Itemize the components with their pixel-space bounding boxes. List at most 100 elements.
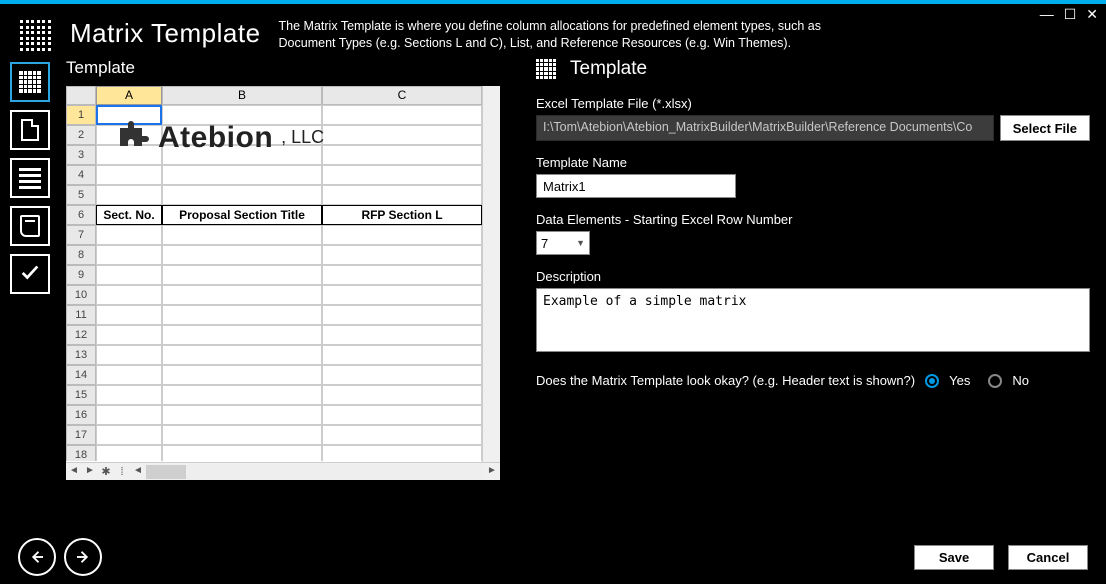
- cell[interactable]: [96, 165, 162, 185]
- minimize-button[interactable]: —: [1040, 6, 1054, 23]
- sheet-tab-next-icon[interactable]: ►: [82, 464, 98, 480]
- cell[interactable]: [322, 145, 482, 165]
- cell[interactable]: [96, 365, 162, 385]
- cell[interactable]: [96, 245, 162, 265]
- row-header[interactable]: 15: [66, 385, 96, 405]
- cell[interactable]: [162, 445, 322, 461]
- row-header[interactable]: 4: [66, 165, 96, 185]
- cell[interactable]: [322, 305, 482, 325]
- scroll-right-icon[interactable]: ►: [484, 464, 500, 480]
- cell[interactable]: [96, 345, 162, 365]
- rail-item-list[interactable]: [10, 158, 50, 198]
- rail-item-done[interactable]: [10, 254, 50, 294]
- select-file-button[interactable]: Select File: [1000, 115, 1090, 141]
- row-header[interactable]: 13: [66, 345, 96, 365]
- cell[interactable]: [322, 225, 482, 245]
- cell[interactable]: [162, 325, 322, 345]
- sheet-scrollbar-vertical[interactable]: [482, 86, 500, 462]
- cell[interactable]: [162, 385, 322, 405]
- row-header[interactable]: 7: [66, 225, 96, 245]
- row-header[interactable]: 10: [66, 285, 96, 305]
- description-textarea[interactable]: [536, 288, 1090, 352]
- cell[interactable]: [162, 225, 322, 245]
- sheet-scrollbar-horizontal[interactable]: ◄ ► ✱ ⁞ ◄ ►: [66, 462, 500, 480]
- cell[interactable]: [322, 385, 482, 405]
- cell[interactable]: [96, 185, 162, 205]
- cancel-button[interactable]: Cancel: [1008, 545, 1088, 570]
- spreadsheet-preview[interactable]: A B C 123456Sect. No.Proposal Section Ti…: [66, 86, 500, 480]
- col-header-a[interactable]: A: [96, 86, 162, 105]
- cell[interactable]: [322, 405, 482, 425]
- sheet-corner[interactable]: [66, 86, 96, 105]
- cell[interactable]: [162, 365, 322, 385]
- sheet-tab-split-icon[interactable]: ⁞: [114, 466, 130, 478]
- cell[interactable]: [322, 165, 482, 185]
- col-header-b[interactable]: B: [162, 86, 322, 105]
- cell[interactable]: Proposal Section Title: [162, 205, 322, 225]
- cell[interactable]: [162, 245, 322, 265]
- start-row-select[interactable]: 7 ▼: [536, 231, 590, 255]
- template-name-input[interactable]: [536, 174, 736, 198]
- cell[interactable]: Sect. No.: [96, 205, 162, 225]
- back-button[interactable]: [18, 538, 56, 576]
- cell[interactable]: [96, 405, 162, 425]
- cell[interactable]: [162, 345, 322, 365]
- row-header[interactable]: 6: [66, 205, 96, 225]
- cell[interactable]: [322, 345, 482, 365]
- cell[interactable]: [322, 185, 482, 205]
- row-header[interactable]: 3: [66, 145, 96, 165]
- row-header[interactable]: 8: [66, 245, 96, 265]
- close-button[interactable]: ✕: [1086, 6, 1098, 23]
- scroll-left-icon[interactable]: ◄: [130, 464, 146, 480]
- cell[interactable]: [162, 165, 322, 185]
- cell[interactable]: [322, 125, 482, 145]
- row-header[interactable]: 14: [66, 365, 96, 385]
- col-header-c[interactable]: C: [322, 86, 482, 105]
- cell[interactable]: [162, 265, 322, 285]
- cell[interactable]: [322, 245, 482, 265]
- cell[interactable]: [322, 105, 482, 125]
- sheet-tab-new-icon[interactable]: ✱: [98, 465, 114, 478]
- cell[interactable]: [322, 265, 482, 285]
- cell[interactable]: [96, 425, 162, 445]
- cell[interactable]: [322, 425, 482, 445]
- file-path-input[interactable]: I:\Tom\Atebion\Atebion_MatrixBuilder\Mat…: [536, 115, 994, 141]
- row-header[interactable]: 1: [66, 105, 96, 125]
- scroll-track[interactable]: [146, 464, 484, 480]
- cell[interactable]: [322, 365, 482, 385]
- confirm-yes-radio[interactable]: [925, 374, 939, 388]
- cell[interactable]: [322, 325, 482, 345]
- cell[interactable]: [162, 185, 322, 205]
- cell[interactable]: [96, 305, 162, 325]
- cell[interactable]: [162, 425, 322, 445]
- cell[interactable]: [162, 305, 322, 325]
- row-header[interactable]: 17: [66, 425, 96, 445]
- scroll-thumb[interactable]: [146, 465, 186, 479]
- cell[interactable]: [96, 445, 162, 461]
- cell[interactable]: [96, 285, 162, 305]
- cell[interactable]: RFP Section L: [322, 205, 482, 225]
- cell[interactable]: [96, 225, 162, 245]
- save-button[interactable]: Save: [914, 545, 994, 570]
- row-header[interactable]: 16: [66, 405, 96, 425]
- row-header[interactable]: 12: [66, 325, 96, 345]
- cell[interactable]: [322, 445, 482, 461]
- row-header[interactable]: 18: [66, 445, 96, 461]
- rail-item-document[interactable]: [10, 110, 50, 150]
- row-header[interactable]: 2: [66, 125, 96, 145]
- cell[interactable]: [96, 325, 162, 345]
- rail-item-reference[interactable]: [10, 206, 50, 246]
- confirm-no-radio[interactable]: [988, 374, 1002, 388]
- cell[interactable]: [96, 265, 162, 285]
- row-header[interactable]: 11: [66, 305, 96, 325]
- cell[interactable]: [162, 285, 322, 305]
- rail-item-template[interactable]: [10, 62, 50, 102]
- sheet-tab-prev-icon[interactable]: ◄: [66, 464, 82, 480]
- cell[interactable]: [322, 285, 482, 305]
- row-header[interactable]: 5: [66, 185, 96, 205]
- cell[interactable]: [162, 405, 322, 425]
- row-header[interactable]: 9: [66, 265, 96, 285]
- maximize-button[interactable]: ☐: [1064, 6, 1077, 23]
- forward-button[interactable]: [64, 538, 102, 576]
- cell[interactable]: [96, 385, 162, 405]
